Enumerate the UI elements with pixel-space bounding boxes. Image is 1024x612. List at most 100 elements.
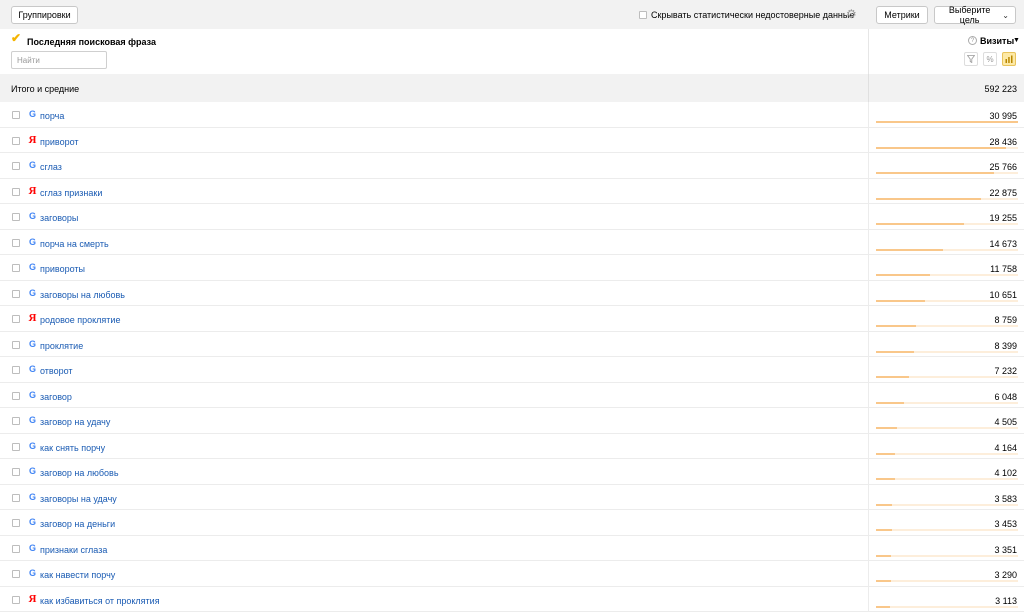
table-row: Gзаговор на удачу4 505 [0, 408, 1024, 434]
google-icon: G [28, 466, 37, 476]
visits-bar [876, 274, 930, 276]
google-icon: G [28, 288, 37, 298]
row-checkbox[interactable] [12, 417, 20, 425]
table-body: Gпорча30 995Яприворот28 436Gсглаз25 766Я… [0, 102, 1024, 612]
row-checkbox[interactable] [12, 519, 20, 527]
search-phrase-link[interactable]: приворот [40, 137, 79, 147]
visits-bar [876, 300, 925, 302]
row-checkbox[interactable] [12, 570, 20, 578]
row-checkbox[interactable] [12, 290, 20, 298]
visits-value: 3 351 [994, 545, 1017, 555]
row-checkbox[interactable] [12, 443, 20, 451]
table-row: Gзаговоры на удачу3 583 [0, 485, 1024, 511]
filter-icon[interactable] [964, 52, 978, 66]
table-row: Gзаговор на деньги3 453 [0, 510, 1024, 536]
visits-value: 3 583 [994, 494, 1017, 504]
visits-value: 4 164 [994, 443, 1017, 453]
visits-bar-track [876, 453, 1018, 455]
search-phrase-link[interactable]: заговор на любовь [40, 468, 119, 478]
sort-caret-icon[interactable]: ▼ [1013, 37, 1020, 44]
google-icon: G [28, 568, 37, 578]
search-phrase-link[interactable]: порча [40, 111, 64, 121]
row-checkbox[interactable] [12, 188, 20, 196]
column-divider [868, 332, 869, 357]
search-phrase-link[interactable]: признаки сглаза [40, 545, 107, 555]
search-phrase-link[interactable]: сглаз [40, 162, 62, 172]
percent-icon[interactable]: % [983, 52, 997, 66]
column-divider [868, 29, 869, 74]
visits-bar [876, 325, 916, 327]
visits-bar [876, 402, 904, 404]
search-phrase-link[interactable]: заговор на удачу [40, 417, 110, 427]
row-checkbox[interactable] [12, 315, 20, 323]
totals-row: Итого и средние 592 223 [0, 74, 1024, 102]
search-input[interactable] [11, 51, 107, 69]
goal-select-label: Выберите цель [941, 5, 998, 25]
visits-value: 25 766 [989, 162, 1017, 172]
google-icon: G [28, 237, 37, 247]
row-checkbox[interactable] [12, 239, 20, 247]
search-phrase-link[interactable]: заговор [40, 392, 72, 402]
google-icon: G [28, 339, 37, 349]
row-checkbox[interactable] [12, 494, 20, 502]
search-phrase-link[interactable]: как снять порчу [40, 443, 105, 453]
column-divider [868, 204, 869, 229]
bar-chart-icon[interactable] [1002, 52, 1016, 66]
row-checkbox[interactable] [12, 392, 20, 400]
metrics-button[interactable]: Метрики [876, 6, 928, 24]
column-divider [868, 561, 869, 586]
visits-bar-track [876, 580, 1018, 582]
visits-bar-track [876, 351, 1018, 353]
row-checkbox[interactable] [12, 111, 20, 119]
search-phrase-link[interactable]: проклятие [40, 341, 83, 351]
visits-bar [876, 529, 892, 531]
visits-value: 6 048 [994, 392, 1017, 402]
table-row: Gзаговор6 048 [0, 383, 1024, 409]
visits-bar [876, 198, 981, 200]
search-phrase-link[interactable]: родовое проклятие [40, 315, 120, 325]
row-checkbox[interactable] [12, 596, 20, 604]
search-phrase-link[interactable]: отворот [40, 366, 73, 376]
table-row: Gзаговоры на любовь10 651 [0, 281, 1024, 307]
visits-value: 8 759 [994, 315, 1017, 325]
search-phrase-link[interactable]: привороты [40, 264, 85, 274]
visits-bar-track [876, 300, 1018, 302]
search-phrase-link[interactable]: заговоры на любовь [40, 290, 125, 300]
goal-select[interactable]: Выберите цель ⌄ [934, 6, 1016, 24]
row-checkbox[interactable] [12, 366, 20, 374]
row-checkbox[interactable] [12, 341, 20, 349]
search-phrase-link[interactable]: заговоры на удачу [40, 494, 117, 504]
search-phrase-link[interactable]: заговор на деньги [40, 519, 115, 529]
visits-bar-track [876, 325, 1018, 327]
row-checkbox[interactable] [12, 545, 20, 553]
search-phrase-link[interactable]: сглаз признаки [40, 188, 102, 198]
visits-bar [876, 478, 895, 480]
visits-bar-track [876, 172, 1018, 174]
hide-unreliable-checkbox[interactable] [639, 11, 647, 19]
google-icon: G [28, 364, 37, 374]
row-checkbox[interactable] [12, 213, 20, 221]
row-checkbox[interactable] [12, 162, 20, 170]
row-checkbox[interactable] [12, 264, 20, 272]
gear-icon[interactable]: ⚙ [846, 8, 857, 20]
hide-unreliable-toggle[interactable]: Скрывать статистически недостоверные дан… [639, 10, 854, 20]
search-phrase-link[interactable]: как навести порчу [40, 570, 115, 580]
search-phrase-link[interactable]: порча на смерть [40, 239, 109, 249]
visits-value: 14 673 [989, 239, 1017, 249]
visits-bar [876, 172, 994, 174]
row-checkbox[interactable] [12, 468, 20, 476]
search-phrase-link[interactable]: как избавиться от проклятия [40, 596, 160, 606]
visits-bar [876, 351, 914, 353]
visits-value: 8 399 [994, 341, 1017, 351]
yandex-icon: Я [28, 135, 37, 145]
info-icon[interactable]: ? [968, 36, 977, 45]
search-phrase-link[interactable]: заговоры [40, 213, 78, 223]
visits-value: 3 453 [994, 519, 1017, 529]
groupings-button[interactable]: Группировки [11, 6, 78, 24]
google-icon: G [28, 160, 37, 170]
metric-title-visits[interactable]: Визиты [980, 36, 1014, 46]
column-divider [868, 510, 869, 535]
checkmark-icon[interactable]: ✔ [11, 33, 22, 44]
visits-bar-track [876, 402, 1018, 404]
row-checkbox[interactable] [12, 137, 20, 145]
